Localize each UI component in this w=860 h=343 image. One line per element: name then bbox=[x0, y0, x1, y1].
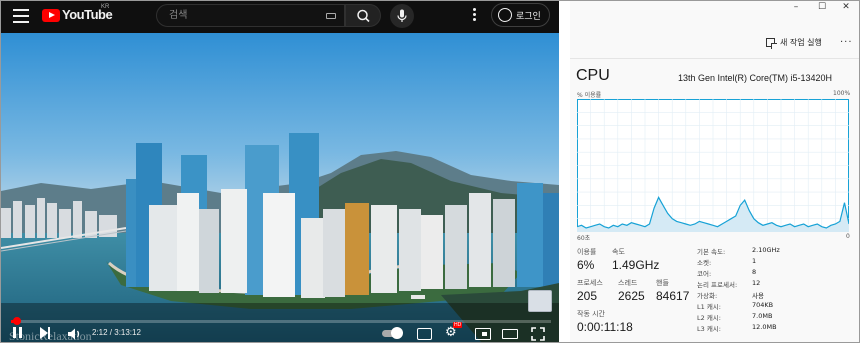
graph-label-zero: 0 bbox=[846, 233, 850, 240]
toolbar-divider bbox=[570, 58, 859, 59]
spec-value-cores: 8 bbox=[752, 268, 757, 276]
subtitles-icon[interactable] bbox=[417, 326, 432, 340]
keyboard-icon[interactable] bbox=[326, 13, 336, 19]
graph-label-max: 100% bbox=[833, 90, 851, 97]
spec-key-l1-cache: L1 캐시: bbox=[697, 303, 721, 311]
run-new-task-label: 새 작업 실행 bbox=[780, 38, 822, 47]
spec-value-virtualization: 사용 bbox=[752, 292, 764, 300]
search-input[interactable] bbox=[169, 8, 319, 23]
microphone-icon bbox=[397, 9, 407, 22]
more-options-button[interactable]: ··· bbox=[840, 37, 853, 48]
utilization-label: 이용률 bbox=[577, 248, 597, 256]
login-label: 로그인 bbox=[516, 12, 541, 22]
minimize-icon[interactable]: – bbox=[788, 2, 804, 12]
processes-value: 205 bbox=[577, 289, 598, 303]
speed-value: 1.49GHz bbox=[612, 258, 660, 272]
spec-key-cores: 코어: bbox=[697, 270, 712, 278]
youtube-logo-icon[interactable] bbox=[42, 9, 60, 22]
spec-key-virtualization: 가상화: bbox=[697, 292, 718, 300]
spec-value-sockets: 1 bbox=[752, 257, 757, 265]
fullscreen-corners-icon bbox=[531, 327, 545, 341]
page-title: CPU bbox=[576, 67, 610, 84]
search-icon bbox=[357, 9, 370, 23]
spec-key-base-speed: 기본 속도: bbox=[697, 248, 726, 256]
processes-label: 프로세스 bbox=[577, 279, 603, 287]
time-display: 2:12 / 3:13:12 bbox=[92, 328, 141, 337]
close-icon[interactable]: ✕ bbox=[838, 2, 854, 12]
region-code: KR bbox=[101, 4, 110, 10]
handles-label: 핸들 bbox=[656, 279, 669, 287]
maximize-icon[interactable]: ☐ bbox=[814, 2, 830, 12]
autoplay-toggle[interactable] bbox=[382, 326, 404, 340]
handles-value: 84617 bbox=[656, 289, 690, 303]
uptime-value: 0:00:11:18 bbox=[577, 320, 633, 334]
spec-value-logical-processors: 12 bbox=[752, 279, 761, 287]
settings-kebab-icon[interactable] bbox=[471, 8, 477, 22]
window-titlebar: – ☐ ✕ bbox=[570, 1, 859, 15]
next-icon[interactable] bbox=[39, 326, 51, 340]
spec-key-logical-processors: 논리 프로세서: bbox=[697, 281, 738, 289]
spec-value-l3-cache: 12.0MB bbox=[752, 323, 777, 331]
spec-key-sockets: 소켓: bbox=[697, 259, 712, 267]
cpu-model: 13th Gen Intel(R) Core(TM) i5-13420H bbox=[678, 73, 833, 83]
account-icon bbox=[498, 8, 512, 22]
spec-key-l2-cache: L2 캐시: bbox=[697, 314, 721, 322]
utilization-value: 6% bbox=[577, 258, 595, 272]
cpu-utilization-graph bbox=[577, 99, 849, 232]
gear-icon[interactable]: ⚙ bbox=[445, 326, 459, 340]
theater-mode-icon[interactable] bbox=[502, 326, 518, 340]
player-controls: 2:12 / 3:13:12 ⚙ HD bbox=[1, 322, 559, 342]
uptime-label: 작동 시간 bbox=[577, 310, 605, 318]
pause-icon[interactable] bbox=[12, 326, 23, 340]
threads-label: 스레드 bbox=[618, 279, 638, 287]
spec-value-base-speed: 2.10GHz bbox=[752, 246, 780, 254]
voice-search-button[interactable] bbox=[390, 4, 414, 28]
miniplayer-icon[interactable] bbox=[475, 326, 491, 340]
spec-value-l2-cache: 7.0MB bbox=[752, 312, 773, 320]
speaker-icon bbox=[68, 328, 80, 340]
new-task-icon bbox=[766, 38, 777, 49]
fullscreen-icon[interactable] bbox=[531, 326, 545, 341]
task-manager-window: – ☐ ✕ 새 작업 실행 ··· CPU 13th Gen Intel(R) … bbox=[570, 1, 859, 342]
graph-label-utilization: % 이용률 bbox=[577, 92, 602, 99]
search-button[interactable] bbox=[345, 4, 381, 27]
channel-watermark-image[interactable] bbox=[528, 290, 552, 312]
video-frame bbox=[1, 33, 559, 342]
search-box bbox=[156, 4, 345, 27]
spec-value-l1-cache: 704KB bbox=[752, 301, 774, 309]
graph-label-time-span: 60초 bbox=[577, 235, 591, 242]
spec-key-l3-cache: L3 캐시: bbox=[697, 325, 721, 333]
youtube-window: YouTube KR 로 bbox=[1, 1, 559, 342]
quality-badge: HD bbox=[453, 322, 463, 328]
speed-label: 속도 bbox=[612, 248, 625, 256]
youtube-header: YouTube KR 로 bbox=[1, 1, 559, 33]
threads-value: 2625 bbox=[618, 289, 645, 303]
login-button[interactable]: 로그인 bbox=[491, 3, 550, 27]
volume-icon[interactable] bbox=[67, 326, 83, 340]
hamburger-menu-icon[interactable] bbox=[13, 9, 29, 23]
desktop-split-view: YouTube KR 로 bbox=[0, 0, 860, 343]
video-player[interactable]: StonicRelaxation 2:12 / 3:13:12 ⚙ HD bbox=[1, 33, 559, 342]
